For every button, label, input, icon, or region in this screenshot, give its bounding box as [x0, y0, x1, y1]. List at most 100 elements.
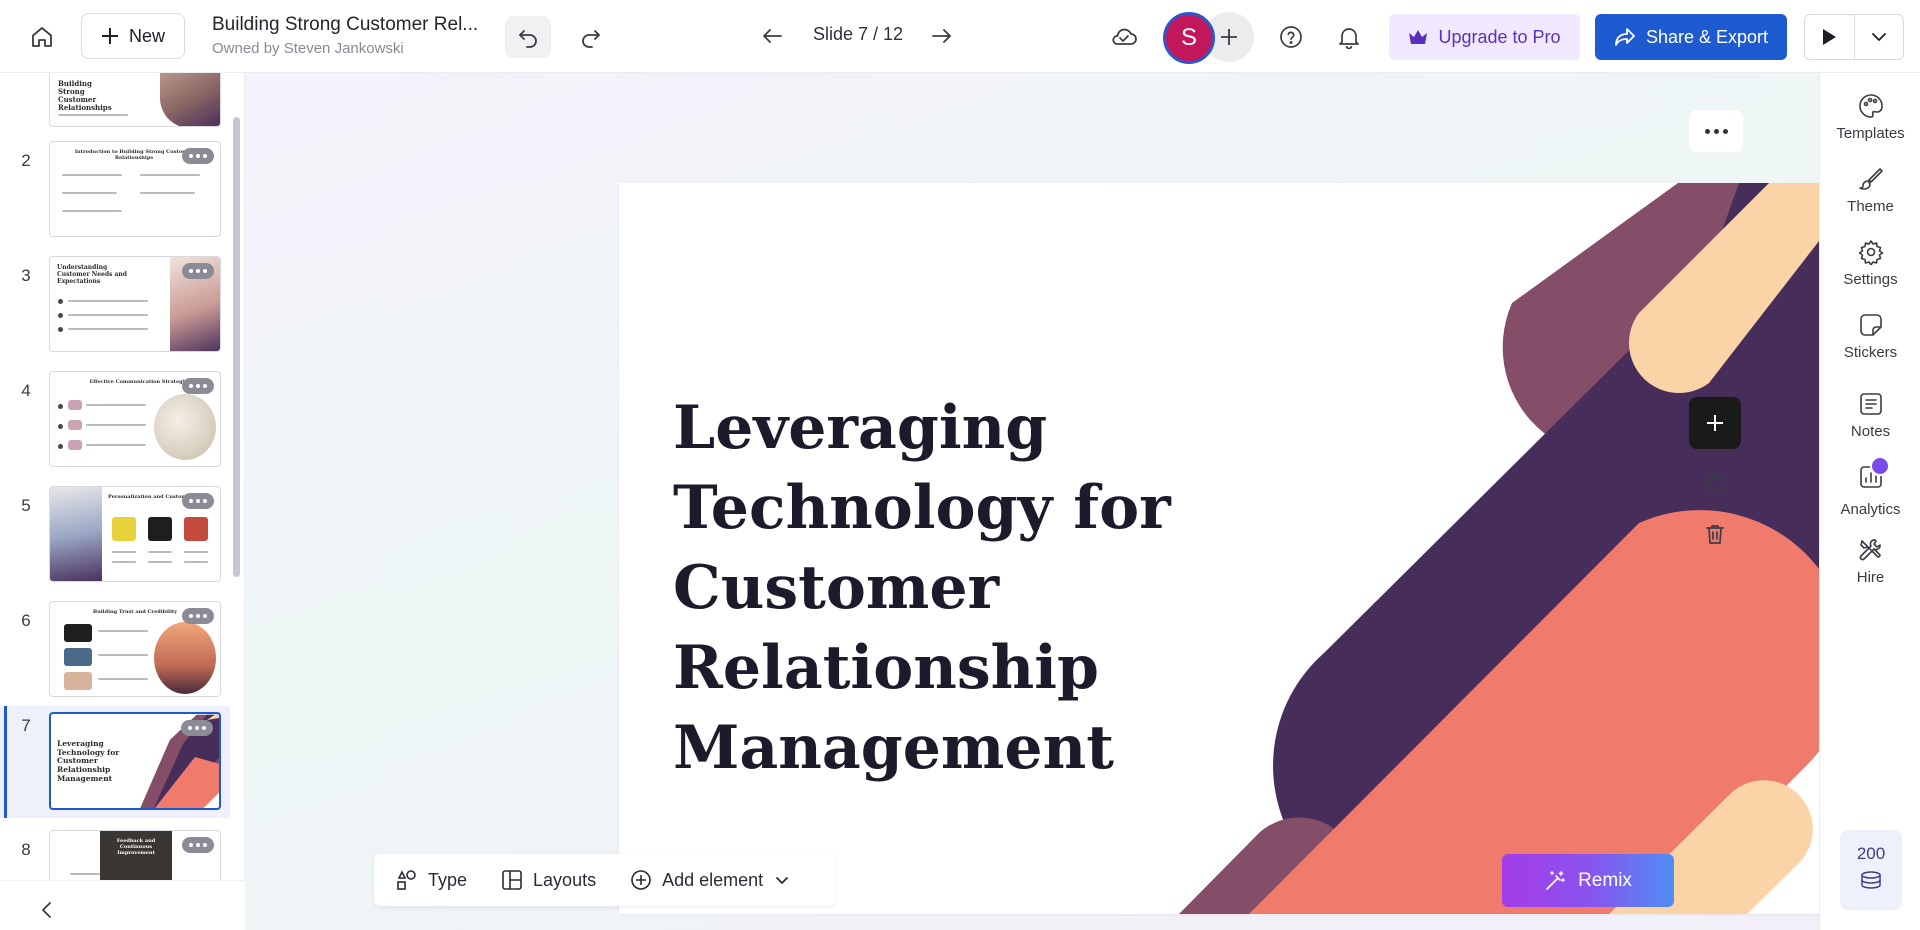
coins-icon [1861, 871, 1881, 889]
share-label: Share & Export [1645, 26, 1769, 47]
collapse-panel-button[interactable] [30, 896, 62, 924]
undo-button[interactable] [505, 16, 551, 58]
help-button[interactable] [1270, 16, 1312, 58]
credits-widget[interactable]: 200 [1840, 830, 1902, 910]
thumbnail-more-button[interactable] [182, 148, 214, 164]
bottom-toolbar: Type Layouts Add element [374, 854, 835, 906]
new-button[interactable]: New [81, 13, 185, 59]
cloud-sync-button[interactable] [1102, 16, 1146, 58]
present-button[interactable] [1805, 15, 1854, 59]
hire-label: Hire [1856, 569, 1885, 586]
slide-thumbnail[interactable]: Personalization and Customization [49, 486, 221, 582]
theme-label: Theme [1847, 198, 1894, 215]
trash-icon [1706, 525, 1724, 544]
help-icon [1280, 26, 1302, 48]
redo-button[interactable] [568, 16, 614, 58]
type-label: Type [428, 869, 468, 890]
settings-label: Settings [1843, 271, 1898, 288]
thumbnail-title: Feedback and Continuous Improvement [116, 838, 156, 856]
thumbnail-more-button[interactable] [182, 837, 214, 853]
copy-icon [1706, 473, 1724, 491]
thumbnail-more-button[interactable] [182, 493, 214, 509]
notes-icon [1859, 393, 1882, 415]
thumbnail-title: Leveraging Technology for Customer Relat… [57, 739, 120, 783]
notes-label: Notes [1850, 423, 1891, 440]
slide-thumbnail-row[interactable]: 2 Introduction to Building Strong Custom… [0, 141, 230, 251]
duplicate-slide-button[interactable] [1699, 466, 1731, 498]
chevron-down-icon [1872, 33, 1886, 41]
home-icon [32, 27, 52, 47]
previous-slide-button[interactable] [752, 16, 792, 56]
notes-button[interactable]: Notes [1820, 391, 1920, 440]
slide-counter: Slide 7 / 12 [812, 24, 904, 44]
thumbnail-more-button[interactable] [182, 378, 214, 394]
palette-icon [1858, 94, 1883, 118]
stickers-button[interactable]: Stickers [1820, 312, 1920, 361]
notifications-button[interactable] [1328, 16, 1370, 58]
type-button[interactable]: Type [396, 869, 467, 891]
arrow-right-icon [932, 29, 951, 43]
slide-title[interactable]: Leveraging Technology for Customer Relat… [673, 388, 1373, 788]
thumbnail-number: 3 [21, 266, 31, 285]
analytics-label: Analytics [1840, 501, 1901, 518]
slide-thumbnail[interactable]: Understanding Customer Needs and Expecta… [49, 256, 221, 352]
brush-icon [1858, 168, 1883, 190]
slide-thumbnail-row[interactable]: 4 Effective Communication Strategies [0, 371, 230, 481]
layouts-button[interactable]: Layouts [501, 869, 596, 891]
credits-count: 200 [1856, 844, 1886, 863]
document-title[interactable]: Building Strong Customer Rel... [212, 14, 478, 36]
slide-thumbnail-row[interactable]: Building Strong Customer Relationships [0, 73, 230, 139]
slide-thumbnail[interactable]: Building Trust and Credibility [49, 601, 221, 697]
magic-wand-icon [1546, 870, 1565, 890]
thumbnail-number: 7 [21, 716, 31, 735]
thumbnail-number: 6 [21, 611, 31, 630]
slide-thumbnail-row[interactable]: 3 Understanding Customer Needs and Expec… [0, 256, 230, 366]
redo-icon [582, 30, 600, 48]
top-bar: New Building Strong Customer Rel... Owne… [0, 0, 1920, 73]
bell-icon [1339, 28, 1359, 49]
tools-icon [1859, 539, 1881, 561]
thumbnail-more-button[interactable] [182, 263, 214, 279]
share-export-button[interactable]: Share & Export [1595, 14, 1787, 60]
slide-thumbnail[interactable]: Building Strong Customer Relationships [49, 73, 221, 127]
remix-button[interactable]: Remix [1502, 854, 1674, 907]
home-button[interactable] [20, 18, 64, 56]
add-slide-button[interactable] [1689, 397, 1741, 449]
settings-button[interactable]: Settings [1820, 239, 1920, 288]
theme-button[interactable]: Theme [1820, 166, 1920, 215]
undo-icon [519, 30, 537, 48]
add-element-dropdown[interactable] [775, 876, 789, 885]
thumbnail-number: 2 [21, 151, 31, 170]
next-slide-button[interactable] [922, 16, 962, 56]
slide-thumbnail[interactable]: Effective Communication Strategies [49, 371, 221, 467]
thumbnail-scrollbar[interactable] [233, 117, 240, 577]
thumbnail-more-button[interactable] [181, 720, 213, 736]
plus-icon [101, 28, 118, 44]
slide-thumbnail[interactable]: Leveraging Technology for Customer Relat… [49, 712, 221, 810]
remix-label: Remix [1578, 869, 1632, 891]
slide-thumbnail-row[interactable]: 5 Personalization and Customization [0, 486, 230, 596]
present-options-button[interactable] [1853, 15, 1903, 59]
slide-options-button[interactable] [1689, 110, 1743, 152]
templates-button[interactable]: Templates [1820, 93, 1920, 142]
user-avatar[interactable]: S [1163, 12, 1215, 64]
layout-icon [502, 870, 522, 890]
thumbnail-image [160, 73, 220, 126]
plus-icon [1221, 29, 1237, 45]
add-element-button[interactable]: Add element [630, 869, 763, 891]
slide-thumbnail-row[interactable]: 6 Building Trust and Credibility [0, 601, 230, 711]
thumbnail-number: 5 [21, 496, 31, 515]
analytics-button[interactable]: Analytics [1820, 456, 1920, 518]
upgrade-to-pro-button[interactable]: Upgrade to Pro [1389, 14, 1580, 60]
plus-icon [1707, 415, 1723, 431]
hire-button[interactable]: Hire [1820, 537, 1920, 586]
document-owner: Owned by Steven Jankowski [212, 40, 404, 57]
slide-thumbnail[interactable]: Introduction to Building Strong Customer… [49, 141, 221, 237]
delete-slide-button[interactable] [1699, 518, 1731, 550]
upgrade-label: Upgrade to Pro [1438, 26, 1561, 47]
present-controls [1804, 14, 1904, 60]
slide-thumbnail-row-active[interactable]: 7 Leveraging Technology for Customer Rel… [0, 706, 230, 818]
templates-label: Templates [1836, 125, 1905, 142]
slide-thumbnail-panel: Building Strong Customer Relationships 2… [0, 73, 245, 930]
thumbnail-more-button[interactable] [182, 608, 214, 624]
